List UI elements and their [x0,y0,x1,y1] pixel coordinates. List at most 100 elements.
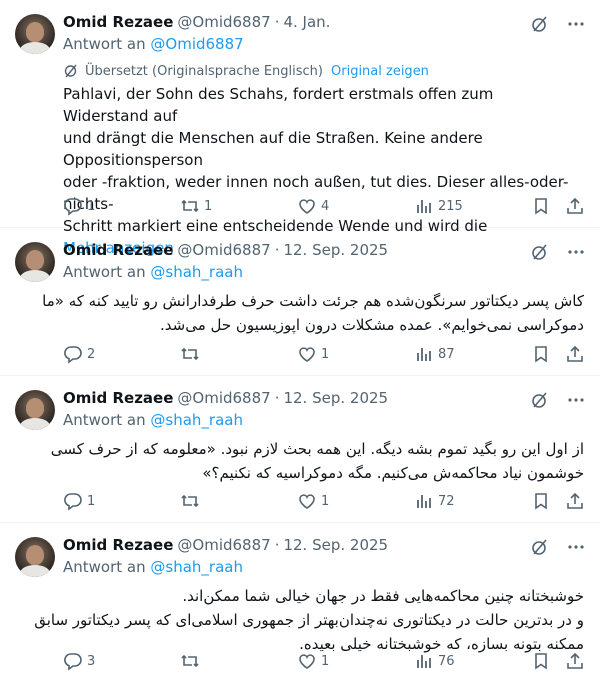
more-icon[interactable] [566,390,586,410]
reply-to-link[interactable]: @shah_raah [150,411,243,429]
tweet-actions-right [531,491,585,511]
avatar[interactable] [15,537,55,577]
tweet-text-line: und drängt die Menschen auf die Straßen.… [63,129,483,169]
tweet-feed: Omid Rezaee @Omid6887 · 4. Jan. Antwort … [0,0,600,683]
repost-button[interactable] [180,491,240,511]
translation-notice: Übersetzt (Originalsprache Englisch) Ori… [63,63,584,79]
bookmark-icon[interactable] [531,651,551,671]
avatar[interactable] [15,390,55,430]
reply-context: Antwort an @shah_raah [63,558,584,578]
reply-icon [63,344,83,364]
tweet-date[interactable]: 12. Sep. 2025 [283,536,388,554]
reply-button[interactable]: 3 [63,651,123,671]
views-button[interactable]: 215 [414,196,474,216]
reply-button[interactable]: 2 [63,344,123,364]
views-icon [414,344,434,364]
author-handle[interactable]: @Omid6887 [177,13,270,31]
author-handle[interactable]: @Omid6887 [177,536,270,554]
reply-to-link[interactable]: @shah_raah [150,263,243,281]
views-icon [414,491,434,511]
tweet-header: Omid Rezaee @Omid6887 · 4. Jan. [63,12,584,32]
like-button[interactable]: 1 [297,344,357,364]
tweet-date[interactable]: 12. Sep. 2025 [283,241,388,259]
more-icon[interactable] [566,14,586,34]
reply-icon [63,491,83,511]
tweet-header: Omid Rezaee @Omid6887 · 12. Sep. 2025 [63,388,584,408]
reply-count: 2 [87,346,96,362]
tweet[interactable]: Omid Rezaee @Omid6887 · 12. Sep. 2025 An… [0,376,600,523]
translate-icon [63,63,79,79]
grok-icon[interactable] [530,390,550,410]
views-count: 72 [438,493,455,509]
reply-to-link[interactable]: @Omid6887 [150,35,243,53]
avatar[interactable] [15,14,55,54]
like-count: 1 [321,346,330,362]
like-button[interactable]: 1 [297,491,357,511]
author-name[interactable]: Omid Rezaee [63,13,173,31]
grok-icon[interactable] [530,537,550,557]
more-icon[interactable] [566,242,586,262]
reply-button[interactable]: 1 [63,491,123,511]
author-name[interactable]: Omid Rezaee [63,536,173,554]
share-icon[interactable] [565,651,585,671]
reply-context: Antwort an @Omid6887 [63,35,584,55]
tweet-text-line: از اول این رو بگید تموم بشه دیگه. این هم… [50,440,584,458]
repost-icon [180,651,200,671]
share-icon[interactable] [565,491,585,511]
reply-to-link[interactable]: @shah_raah [150,558,243,576]
share-icon[interactable] [565,196,585,216]
tweet-date[interactable]: 12. Sep. 2025 [283,389,388,407]
tweet[interactable]: Omid Rezaee @Omid6887 · 12. Sep. 2025 An… [0,228,600,376]
tweet[interactable]: Omid Rezaee @Omid6887 · 12. Sep. 2025 An… [0,523,600,683]
tweet-actions: 1 1 72 [63,491,585,511]
like-button[interactable]: 4 [297,196,357,216]
repost-button[interactable] [180,344,240,364]
bookmark-icon[interactable] [531,344,551,364]
like-icon [297,491,317,511]
bookmark-icon[interactable] [531,491,551,511]
repost-button[interactable]: 1 [180,196,240,216]
grok-icon[interactable] [530,14,550,34]
author-name[interactable]: Omid Rezaee [63,241,173,259]
separator-dot: · [274,389,280,407]
repost-count: 1 [204,198,213,214]
reply-button[interactable]: 1 [63,196,123,216]
tweet-top-actions [530,537,586,557]
views-button[interactable]: 72 [414,491,474,511]
tweet-actions-right [531,344,585,364]
tweet-top-actions [530,14,586,34]
avatar[interactable] [15,242,55,282]
author-handle[interactable]: @Omid6887 [177,241,270,259]
share-icon[interactable] [565,344,585,364]
tweet-actions: 1 1 4 215 [63,196,585,216]
separator-dot: · [274,13,280,31]
more-icon[interactable] [566,537,586,557]
repost-icon [180,344,200,364]
like-count: 1 [321,493,330,509]
tweet-actions: 3 1 76 [63,651,585,671]
reply-context: Antwort an @shah_raah [63,411,584,431]
reply-prefix: Antwort an [63,263,146,281]
tweet-top-actions [530,390,586,410]
tweet-actions-right [531,651,585,671]
reply-count: 3 [87,653,96,669]
repost-button[interactable] [180,651,240,671]
reply-icon [63,651,83,671]
views-button[interactable]: 76 [414,651,474,671]
bookmark-icon[interactable] [531,196,551,216]
author-name[interactable]: Omid Rezaee [63,389,173,407]
reply-prefix: Antwort an [63,558,146,576]
tweet-date[interactable]: 4. Jan. [283,13,330,31]
tweet-text: خوشبختانه چنین محاکمه‌هایی فقط در جهان خ… [34,584,584,656]
tweet[interactable]: Omid Rezaee @Omid6887 · 4. Jan. Antwort … [0,0,600,257]
views-count: 87 [438,346,455,362]
views-button[interactable]: 87 [414,344,474,364]
show-original-link[interactable]: Original zeigen [331,64,429,79]
tweet-text-line: کاش پسر دیکتاتور سرنگون‌شده هم جرئت داشت… [42,292,584,310]
repost-icon [180,196,200,216]
grok-icon[interactable] [530,242,550,262]
like-icon [297,651,317,671]
tweet-actions: 2 1 87 [63,344,585,364]
author-handle[interactable]: @Omid6887 [177,389,270,407]
like-button[interactable]: 1 [297,651,357,671]
